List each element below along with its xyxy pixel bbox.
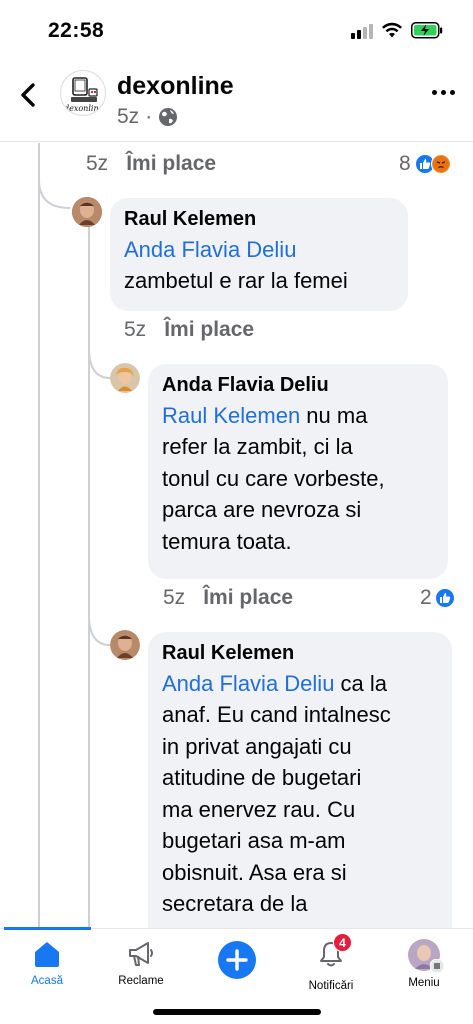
comment-author[interactable]: Raul Kelemen	[124, 208, 394, 231]
thread-line	[88, 225, 90, 928]
comment-actions: 5z Îmi place	[163, 586, 293, 610]
page-name[interactable]: dexonline	[117, 72, 234, 101]
comment-line: tonul cu care vorbeste,	[162, 465, 385, 491]
nav-label: Acasă	[31, 975, 63, 987]
comment-author[interactable]: Anda Flavia Deliu	[162, 374, 434, 397]
angry-reaction-icon	[430, 154, 451, 174]
comment-line: ca la	[334, 671, 388, 696]
menu-lines-icon	[430, 959, 444, 973]
wifi-icon	[382, 22, 402, 38]
home-icon	[35, 942, 59, 967]
comment-line: secretara de la	[162, 891, 308, 917]
comment-time[interactable]: 5z	[124, 318, 146, 342]
post-time[interactable]: 5z	[117, 105, 139, 129]
comment-line: temura toata.	[162, 528, 292, 554]
post-meta: 5z ·	[117, 105, 178, 129]
back-arrow-icon[interactable]	[16, 80, 42, 110]
comment-line: nu ma	[300, 403, 368, 428]
comment-actions: 5z Îmi place	[124, 318, 254, 342]
avatar[interactable]	[110, 630, 140, 660]
active-tab-indicator	[4, 927, 91, 930]
comment-line: parca are nevroza si	[162, 497, 362, 523]
nav-home[interactable]: Acasă	[2, 939, 92, 987]
like-button[interactable]: Îmi place	[203, 586, 293, 610]
status-icons	[351, 22, 443, 39]
create-plus-icon	[218, 941, 256, 979]
post-header: dexonline dexonline 5z ·	[0, 62, 473, 142]
reaction-summary[interactable]: 8	[399, 152, 451, 176]
reaction-count: 2	[420, 586, 432, 609]
nav-notifications[interactable]: 4 Notificări	[286, 933, 376, 992]
signal-icon	[351, 23, 373, 39]
mention-link[interactable]: Anda Flavia Deliu	[162, 671, 334, 696]
comment-line: obisnuit. Asa era si	[162, 859, 347, 885]
comment-line: anaf. Eu cand intalnesc	[162, 702, 391, 728]
status-bar: 22:58	[0, 0, 473, 60]
nav-label: Notificări	[308, 980, 354, 992]
avatar[interactable]	[110, 363, 140, 393]
comment-text: Raul Kelemen nu ma refer la zambit, ci l…	[162, 400, 434, 557]
thread-line	[38, 143, 40, 928]
comment-text: Anda Flavia Deliu zambetul e rar la feme…	[124, 234, 394, 297]
comment-actions: 5z Îmi place	[86, 152, 216, 176]
comment-bubble: Anda Flavia Deliu Raul Kelemen nu ma ref…	[148, 364, 448, 579]
comment-line: zambetul e rar la femei	[124, 268, 348, 294]
mention-link[interactable]: Anda Flavia Deliu	[124, 237, 296, 262]
comment-time[interactable]: 5z	[86, 152, 108, 176]
comment-line: refer la zambit, ci la	[162, 434, 353, 460]
like-button[interactable]: Îmi place	[126, 152, 216, 176]
nav-label: Meniu	[408, 977, 440, 989]
comment-text: Anda Flavia Deliu ca la anaf. Eu cand in…	[162, 668, 438, 920]
logo-wordmark: dexonline	[64, 104, 104, 113]
comment-time[interactable]: 5z	[163, 586, 185, 610]
reaction-count: 8	[399, 152, 411, 175]
comment-author[interactable]: Raul Kelemen	[162, 642, 438, 665]
comment-bubble: Raul Kelemen Anda Flavia Deliu ca la ana…	[148, 632, 452, 952]
home-indicator	[153, 1009, 321, 1015]
comment-line: ma enervez rau. Cu	[162, 796, 356, 822]
globe-icon	[159, 108, 178, 126]
nav-create[interactable]	[192, 941, 282, 979]
avatar[interactable]	[72, 197, 102, 227]
like-reaction-icon	[434, 588, 455, 608]
nav-menu[interactable]: Meniu	[379, 939, 469, 989]
megaphone-icon	[129, 942, 153, 966]
like-button[interactable]: Îmi place	[164, 318, 254, 342]
comment-line: atitudine de bugetari	[162, 765, 362, 791]
notification-badge: 4	[333, 933, 352, 952]
more-options-icon[interactable]	[432, 90, 455, 95]
page-avatar[interactable]: dexonline	[60, 70, 106, 116]
thread-connector	[38, 180, 71, 209]
nav-label: Reclame	[118, 975, 164, 987]
reaction-summary[interactable]: 2	[420, 586, 455, 610]
status-time: 22:58	[48, 19, 105, 42]
nav-ads[interactable]: Reclame	[96, 939, 186, 987]
meta-separator: ·	[145, 105, 153, 128]
comment-line: in privat angajati cu	[162, 733, 352, 759]
comment-bubble: Raul Kelemen Anda Flavia Deliu zambetul …	[110, 198, 408, 311]
mention-link[interactable]: Raul Kelemen	[162, 403, 300, 428]
battery-charging-icon	[411, 22, 443, 39]
comment-line: bugetari asa m-am	[162, 828, 346, 854]
